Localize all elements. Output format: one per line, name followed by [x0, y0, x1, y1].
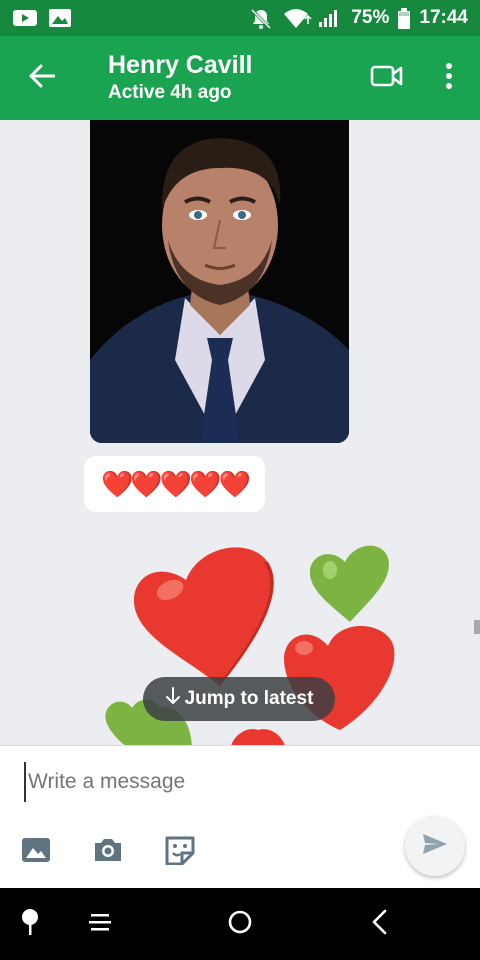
send-button[interactable] [405, 816, 465, 876]
home-icon [227, 909, 253, 940]
youtube-icon [12, 8, 38, 28]
chevron-left-icon [371, 909, 389, 940]
pin-button[interactable] [0, 888, 60, 960]
menu-button[interactable] [70, 888, 130, 960]
camera-icon [92, 837, 124, 868]
home-button[interactable] [210, 888, 270, 960]
camera-button[interactable] [88, 834, 128, 870]
send-icon [422, 832, 448, 861]
gallery-icon [48, 8, 74, 28]
composer [0, 745, 480, 888]
more-vert-icon [445, 62, 453, 94]
navigation-bar [0, 888, 480, 960]
app-bar: Henry Cavill Active 4h ago [0, 36, 480, 120]
arrow-down-icon [165, 687, 181, 711]
image-icon [21, 837, 51, 868]
image-message[interactable] [90, 120, 349, 443]
contact-name: Henry Cavill [108, 51, 253, 79]
back-button[interactable] [0, 36, 84, 120]
text-message[interactable]: ❤️❤️❤️❤️❤️ [84, 456, 265, 512]
status-bar: 75% 17:44 [0, 0, 480, 36]
video-call-button[interactable] [356, 36, 418, 120]
jump-to-latest-label: Jump to latest [184, 688, 314, 709]
more-options-button[interactable] [418, 36, 480, 120]
back-arrow-icon [29, 64, 56, 93]
conversation-title[interactable]: Henry Cavill Active 4h ago [108, 50, 253, 106]
clock: 17:44 [419, 7, 468, 28]
battery-icon [397, 8, 411, 29]
sticker-icon [164, 835, 196, 870]
back-nav-button[interactable] [350, 888, 410, 960]
battery-percent: 75% [351, 7, 390, 28]
chat-screen: 75% 17:44 Henry Cavill Active 4h ago ❤️❤… [0, 0, 480, 960]
mute-icon [249, 8, 275, 30]
pin-icon [20, 908, 40, 941]
scrollbar[interactable] [474, 620, 480, 634]
video-call-icon [370, 64, 404, 93]
wifi-icon [283, 8, 312, 28]
attach-image-button[interactable] [16, 834, 56, 870]
message-input[interactable] [24, 762, 384, 802]
signal-icon [317, 8, 343, 28]
jump-to-latest-button[interactable]: Jump to latest [143, 677, 335, 721]
menu-icon [88, 912, 112, 937]
sticker-button[interactable] [160, 834, 200, 870]
contact-status: Active 4h ago [108, 82, 232, 103]
message-list[interactable]: ❤️❤️❤️❤️❤️ Jump to latest [0, 120, 480, 745]
photo [90, 120, 349, 443]
